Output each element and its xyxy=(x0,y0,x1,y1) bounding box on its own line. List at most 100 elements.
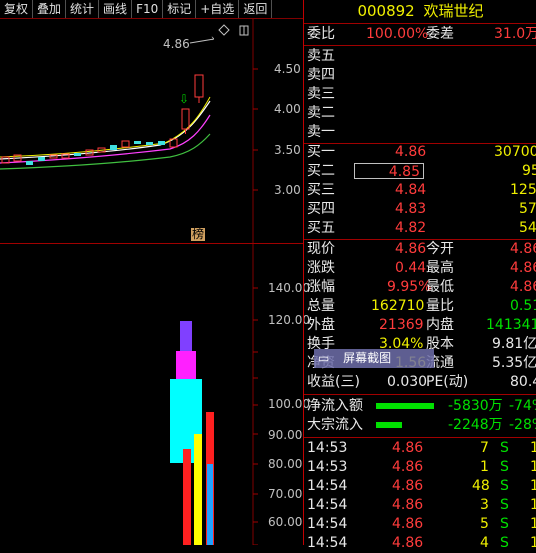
buy-volume: 951 xyxy=(522,163,536,179)
indicator-axis-label: 80.00 xyxy=(268,457,303,471)
buy-price: 4.83 xyxy=(395,201,427,217)
toolbar: 复权 叠加 统计 画线 F10 标记 +自选 返回 xyxy=(0,0,303,19)
trade-volume: 4 xyxy=(480,535,489,551)
stat-label: 今开 xyxy=(426,241,454,257)
kline-svg: ⇩ › xyxy=(0,19,258,243)
buy-volume: 1251 xyxy=(510,182,536,198)
quote-panel: 000892 欢瑞世纪 委比 100.00% 委差 31.0万 卖五 卖四 卖三… xyxy=(303,0,536,551)
weicha-label: 委差 xyxy=(426,26,454,42)
weibi-value: 100.00% xyxy=(366,26,429,42)
bang-marker[interactable]: 榜 xyxy=(191,228,206,241)
stat-label: 最低 xyxy=(426,279,454,295)
trade-volume: 3 xyxy=(480,497,489,513)
flow-label: 大宗流入 xyxy=(307,417,363,433)
trade-row: 14:54 4.86 48 S 1 xyxy=(304,477,536,496)
toolbar-diejia-button[interactable]: 叠加 xyxy=(33,0,67,18)
stock-name: 欢瑞世纪 xyxy=(423,2,484,20)
trade-row: 14:53 4.86 7 S 1 xyxy=(304,439,536,458)
buy-price-selected[interactable]: 4.85 xyxy=(354,163,424,180)
indicator-chart[interactable]: 140.00 120.00 100.00 90.00 80.00 70.00 6… xyxy=(0,244,310,546)
toolbar-f10-button[interactable]: F10 xyxy=(132,0,164,18)
sell-label: 卖二 xyxy=(307,105,335,121)
buy-volume: 307004 xyxy=(494,144,536,160)
stat-label: 总量 xyxy=(307,298,335,314)
flow-value: -5830万 xyxy=(448,398,503,414)
flow-bar xyxy=(376,403,434,409)
buy-label: 买一 xyxy=(307,144,335,160)
stat-value: 0.51 xyxy=(510,298,536,314)
trade-time: 14:53 xyxy=(307,440,348,456)
stat-label: 内盘 xyxy=(426,317,454,333)
stat-row: 外盘 21369 内盘 141341 xyxy=(304,316,536,335)
trade-count: 1 xyxy=(530,516,536,532)
stat-label: 收益(三) xyxy=(307,374,360,390)
sell-label: 卖四 xyxy=(307,67,335,83)
tooltip-icon: ▭ xyxy=(318,351,330,365)
toolbar-huaxian-button[interactable]: 画线 xyxy=(99,0,133,18)
trade-row: 14:54 4.86 4 S 1 xyxy=(304,534,536,553)
flow-row: 净流入额 -5830万 -74% xyxy=(304,397,536,416)
trade-price: 4.86 xyxy=(392,535,424,551)
stat-row: 现价 4.86 今开 4.86 xyxy=(304,240,536,259)
price-axis-label: 4.00 xyxy=(274,102,301,116)
stat-value: 4.86 xyxy=(395,241,427,257)
candles xyxy=(1,74,204,165)
toolbar-back-button[interactable]: 返回 xyxy=(239,0,273,18)
stat-value: 9.81亿 xyxy=(492,336,536,352)
indicator-svg xyxy=(170,244,258,546)
stat-row: 总量 162710 量比 0.51 xyxy=(304,297,536,316)
stat-label: 量比 xyxy=(426,298,454,314)
weibi-row: 委比 100.00% 委差 31.0万 xyxy=(304,25,536,44)
sell-row[interactable]: 卖五 xyxy=(304,47,536,66)
trade-price: 4.86 xyxy=(392,440,424,456)
indicator-axis-label: 90.00 xyxy=(268,428,303,442)
stat-row: 涨幅 9.95% 最低 4.86 xyxy=(304,278,536,297)
stock-title: 000892 欢瑞世纪 xyxy=(304,2,536,21)
sell-row[interactable]: 卖四 xyxy=(304,66,536,85)
trade-side: S xyxy=(500,478,509,494)
toolbar-biaoji-button[interactable]: 标记 xyxy=(163,0,197,18)
toolbar-fuquan-button[interactable]: 复权 xyxy=(0,0,34,18)
svg-text:⇩: ⇩ xyxy=(179,92,189,106)
trade-row: 14:54 4.86 5 S 1 xyxy=(304,515,536,534)
buy-row[interactable]: 买三 4.84 1251 xyxy=(304,181,536,200)
stat-value: 162710 xyxy=(371,298,425,314)
weicha-value: 31.0万 xyxy=(494,26,536,42)
buy-row[interactable]: 买二 4.85 951 xyxy=(304,162,536,181)
high-price-label: 4.86 xyxy=(163,37,190,51)
trade-side: S xyxy=(500,497,509,513)
sell-row[interactable]: 卖三 xyxy=(304,85,536,104)
buy-price: 4.82 xyxy=(395,220,427,236)
flow-label: 净流入额 xyxy=(307,398,363,414)
buy-price: 4.86 xyxy=(395,144,427,160)
sell-row[interactable]: 卖一 xyxy=(304,123,536,142)
stat-value: 0.44 xyxy=(395,260,427,276)
stat-label: 最高 xyxy=(426,260,454,276)
sell-label: 卖一 xyxy=(307,124,335,140)
trade-side: S xyxy=(500,535,509,551)
trade-row: 14:53 4.86 1 S 1 xyxy=(304,458,536,477)
stat-value: 4.86 xyxy=(510,260,536,276)
price-axis-label: 4.50 xyxy=(274,62,301,76)
buy-label: 买二 xyxy=(307,163,335,179)
toolbar-zixuan-button[interactable]: +自选 xyxy=(196,0,240,18)
buy-row[interactable]: 买一 4.86 307004 xyxy=(304,143,536,162)
stat-label: 涨幅 xyxy=(307,279,335,295)
buy-row[interactable]: 买五 4.82 543 xyxy=(304,219,536,238)
weibi-label: 委比 xyxy=(307,26,335,42)
flow-row: 大宗流入 -2248万 -28% xyxy=(304,416,536,435)
buy-row[interactable]: 买四 4.83 577 xyxy=(304,200,536,219)
stat-row: 涨跌 0.44 最高 4.86 xyxy=(304,259,536,278)
trade-volume: 5 xyxy=(480,516,489,532)
sell-label: 卖五 xyxy=(307,48,335,64)
trade-volume: 1 xyxy=(480,459,489,475)
flow-pct: -74% xyxy=(509,398,536,414)
buy-label: 买五 xyxy=(307,220,335,236)
trade-side: S xyxy=(500,440,509,456)
kline-chart[interactable]: ⇩ › 4.86 4.50 4.00 3.50 3.00 榜 xyxy=(0,19,303,243)
stat-value: 0.030 xyxy=(387,374,428,390)
trade-time: 14:54 xyxy=(307,478,348,494)
toolbar-tongji-button[interactable]: 统计 xyxy=(66,0,100,18)
sell-row[interactable]: 卖二 xyxy=(304,104,536,123)
buy-price: 4.85 xyxy=(388,164,420,180)
